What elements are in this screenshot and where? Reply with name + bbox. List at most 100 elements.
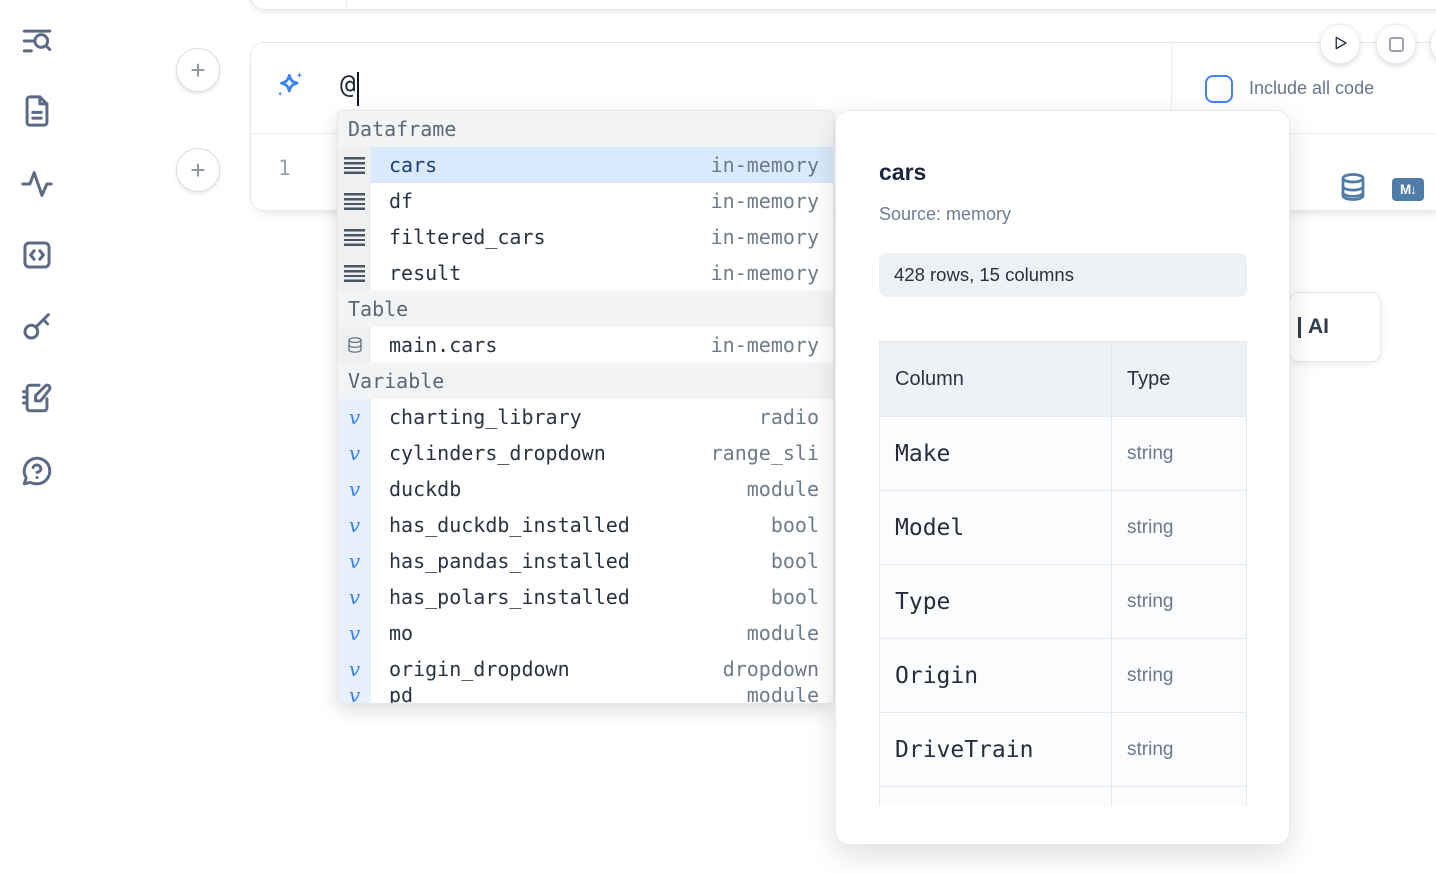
item-name: result — [371, 261, 461, 285]
item-type: in-memory — [711, 189, 833, 213]
item-type: radio — [759, 405, 833, 429]
column-name-cell: Type — [880, 565, 1112, 639]
autocomplete-section-header: Table — [338, 291, 833, 327]
autocomplete-item-pd[interactable]: vpd module — [338, 687, 833, 703]
table-row: Typestring — [880, 565, 1247, 639]
item-type: bool — [771, 513, 833, 537]
dataframe-icon — [338, 147, 371, 183]
activity-icon[interactable] — [18, 165, 56, 203]
item-name: charting_library — [371, 405, 582, 429]
item-type: in-memory — [711, 333, 833, 357]
column-type-cell: string — [1112, 417, 1247, 491]
key-icon[interactable] — [18, 307, 56, 345]
item-name: has_duckdb_installed — [371, 513, 630, 537]
autocomplete-item-charting_library[interactable]: vcharting_library radio — [338, 399, 833, 435]
help-chat-icon[interactable] — [18, 452, 56, 490]
variable-icon: v — [338, 687, 371, 703]
ai-button-label: AI — [1308, 315, 1329, 339]
stop-button[interactable] — [1376, 24, 1416, 64]
autocomplete-item-cars[interactable]: cars in-memory — [338, 147, 833, 183]
table-row: Makestring — [880, 417, 1247, 491]
autocomplete-list: Dataframecarsin-memorydfin-memoryfiltere… — [338, 111, 833, 703]
column-name-cell: Model — [880, 491, 1112, 565]
autocomplete-item-mo[interactable]: vmomodule — [338, 615, 833, 651]
item-name: cars — [371, 153, 437, 177]
item-type: module — [747, 687, 833, 703]
line-number: 1 — [278, 156, 291, 180]
autocomplete-item-has_polars_installed[interactable]: vhas_polars_installedbool — [338, 579, 833, 615]
item-name: mo — [371, 621, 413, 645]
add-cell-button-top[interactable]: + — [176, 48, 220, 92]
left-sidebar — [0, 0, 72, 874]
column-type-cell: string — [1112, 639, 1247, 713]
table-row: Modelstring — [880, 491, 1247, 565]
item-type: dropdown — [723, 657, 833, 681]
run-cell-button[interactable] — [1320, 24, 1360, 64]
column-name-cell: Origin — [880, 639, 1112, 713]
variable-icon: v — [338, 543, 371, 579]
variable-icon: v — [338, 435, 371, 471]
ai-button[interactable]: AI — [1289, 292, 1381, 362]
preview-source: Source: memory — [879, 204, 1289, 225]
table-row-partial — [880, 787, 1247, 806]
variable-icon: v — [338, 615, 371, 651]
item-type: bool — [771, 585, 833, 609]
autocomplete-item-main.cars[interactable]: main.cars in-memory — [338, 327, 833, 363]
autocomplete-item-cylinders_dropdown[interactable]: vcylinders_dropdown range_sli — [338, 435, 833, 471]
ai-prompt-input[interactable]: @ — [307, 70, 359, 106]
play-icon — [1331, 34, 1349, 55]
item-type: range_sli — [711, 441, 833, 465]
notebook-app: + + @ Include all code 1 M↓ — [0, 0, 1436, 874]
previous-cell-gutter-divider — [346, 0, 347, 9]
column-header: Column — [880, 342, 1112, 417]
autocomplete-item-duckdb[interactable]: vduckdbmodule — [338, 471, 833, 507]
text-cursor — [357, 72, 360, 106]
add-cell-button-bottom[interactable]: + — [176, 148, 220, 192]
column-type-cell: string — [1112, 713, 1247, 787]
autocomplete-item-has_pandas_installed[interactable]: vhas_pandas_installedbool — [338, 543, 833, 579]
item-name: df — [371, 189, 413, 213]
markdown-icon[interactable]: M↓ — [1392, 178, 1424, 201]
item-name: origin_dropdown — [371, 657, 570, 681]
notebook-pen-icon[interactable] — [18, 379, 56, 417]
variable-icon: v — [338, 507, 371, 543]
sparkles-icon — [273, 69, 307, 108]
dataframe-icon — [338, 183, 371, 219]
autocomplete-popup: Dataframecarsin-memorydfin-memoryfiltere… — [337, 110, 834, 704]
preview-title: cars — [879, 159, 1289, 186]
table-row: DriveTrainstring — [880, 713, 1247, 787]
autocomplete-item-df[interactable]: df in-memory — [338, 183, 833, 219]
database-icon[interactable] — [1338, 172, 1368, 202]
autocomplete-section-header: Dataframe — [338, 111, 833, 147]
preview-shape-badge: 428 rows, 15 columns — [879, 253, 1247, 297]
item-type: in-memory — [711, 225, 833, 249]
include-all-code-label: Include all code — [1249, 78, 1374, 99]
variable-icon: v — [338, 579, 371, 615]
column-header: Type — [1112, 342, 1247, 417]
autocomplete-item-has_duckdb_installed[interactable]: vhas_duckdb_installed bool — [338, 507, 833, 543]
column-name-cell: Make — [880, 417, 1112, 491]
clipped-glyph — [1298, 317, 1301, 338]
include-all-code-checkbox[interactable] — [1205, 75, 1233, 103]
item-name: cylinders_dropdown — [371, 441, 606, 465]
item-type: in-memory — [711, 261, 833, 285]
list-search-icon[interactable] — [18, 22, 56, 60]
column-name-cell: DriveTrain — [880, 713, 1112, 787]
table-header-row: ColumnType — [880, 342, 1247, 417]
item-name: duckdb — [371, 477, 461, 501]
item-name: filtered_cars — [371, 225, 546, 249]
code-block-icon[interactable] — [18, 236, 56, 274]
stop-icon — [1389, 37, 1404, 52]
autocomplete-item-filtered_cars[interactable]: filtered_cars in-memory — [338, 219, 833, 255]
autocomplete-item-origin_dropdown[interactable]: vorigin_dropdown dropdown — [338, 651, 833, 687]
item-type: in-memory — [711, 153, 833, 177]
item-name: pd — [371, 687, 413, 703]
variable-icon: v — [338, 399, 371, 435]
table-body: MakestringModelstringTypestringOriginstr… — [880, 417, 1247, 806]
autocomplete-item-result[interactable]: result in-memory — [338, 255, 833, 291]
variable-icon: v — [338, 651, 371, 687]
item-name: has_pandas_installed — [371, 549, 630, 573]
item-name: main.cars — [371, 333, 497, 357]
dataframe-icon — [338, 219, 371, 255]
document-icon[interactable] — [18, 92, 56, 130]
